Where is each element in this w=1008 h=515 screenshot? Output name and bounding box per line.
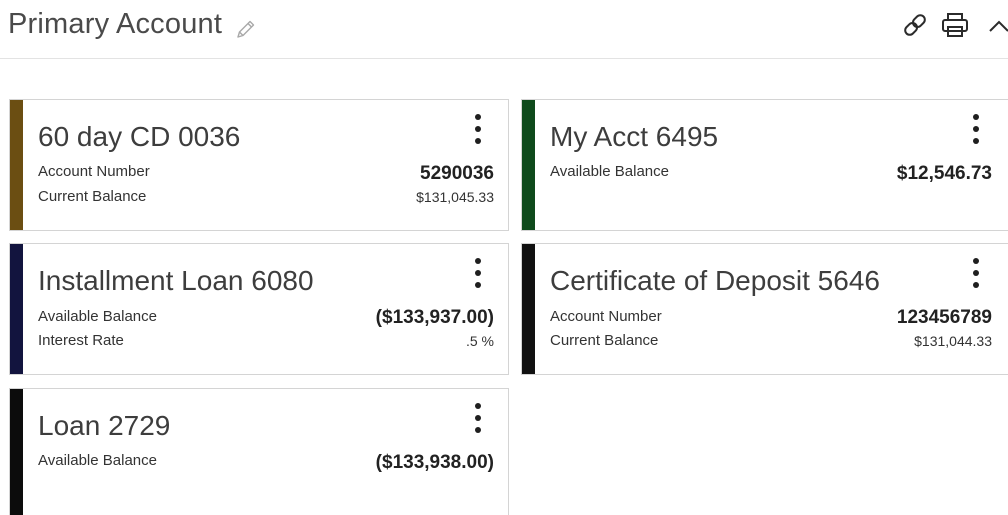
current-balance-value: $131,045.33 — [416, 189, 494, 205]
interest-rate-value: .5 % — [465, 333, 494, 349]
available-balance-label: Available Balance — [38, 452, 157, 469]
edit-icon[interactable] — [234, 17, 258, 41]
link-icon[interactable] — [900, 10, 930, 40]
account-card[interactable]: Installment Loan 6080 Available Balance … — [9, 243, 509, 375]
account-card[interactable]: Certificate of Deposit 5646 Account Numb… — [521, 243, 1008, 375]
current-balance-value: $131,044.33 — [914, 333, 992, 349]
more-options-icon[interactable] — [966, 114, 986, 148]
account-color-stripe — [10, 100, 23, 230]
account-name: 60 day CD 0036 — [38, 121, 241, 152]
more-options-icon[interactable] — [468, 258, 488, 292]
interest-rate-label: Interest Rate — [38, 332, 124, 349]
more-options-icon[interactable] — [468, 114, 488, 148]
account-number-value: 123456789 — [896, 307, 992, 328]
more-options-icon[interactable] — [468, 403, 488, 437]
available-balance-label: Available Balance — [550, 163, 669, 180]
account-number-value: 5290036 — [420, 163, 494, 184]
account-name: My Acct 6495 — [550, 121, 719, 152]
account-card[interactable]: 60 day CD 0036 Account Number 5290036 Cu… — [9, 99, 509, 231]
print-icon[interactable] — [940, 11, 970, 39]
section-header: Primary Account — [0, 0, 1008, 59]
account-number-label: Account Number — [550, 308, 662, 325]
available-balance-label: Available Balance — [38, 308, 157, 325]
account-color-stripe — [522, 244, 535, 374]
account-name: Installment Loan 6080 — [38, 265, 314, 296]
chevron-up-icon[interactable] — [987, 14, 1008, 38]
account-color-stripe — [522, 100, 535, 230]
available-balance-value: ($133,938.00) — [375, 452, 494, 473]
more-options-icon[interactable] — [966, 258, 986, 292]
account-card[interactable]: Loan 2729 Available Balance ($133,938.00… — [9, 388, 509, 515]
current-balance-label: Current Balance — [550, 332, 659, 349]
account-color-stripe — [10, 389, 23, 515]
page-title: Primary Account — [8, 8, 223, 40]
account-color-stripe — [10, 244, 23, 374]
account-number-label: Account Number — [38, 163, 150, 180]
account-card[interactable]: My Acct 6495 Available Balance $12,546.7… — [521, 99, 1008, 231]
available-balance-value: ($133,937.00) — [375, 307, 494, 328]
account-name: Loan 2729 — [38, 410, 171, 441]
current-balance-label: Current Balance — [38, 188, 147, 205]
accounts-page: Primary Account 60 day CD 0036 Account N… — [0, 0, 1008, 515]
available-balance-value: $12,546.73 — [896, 163, 992, 184]
account-name: Certificate of Deposit 5646 — [550, 265, 880, 296]
